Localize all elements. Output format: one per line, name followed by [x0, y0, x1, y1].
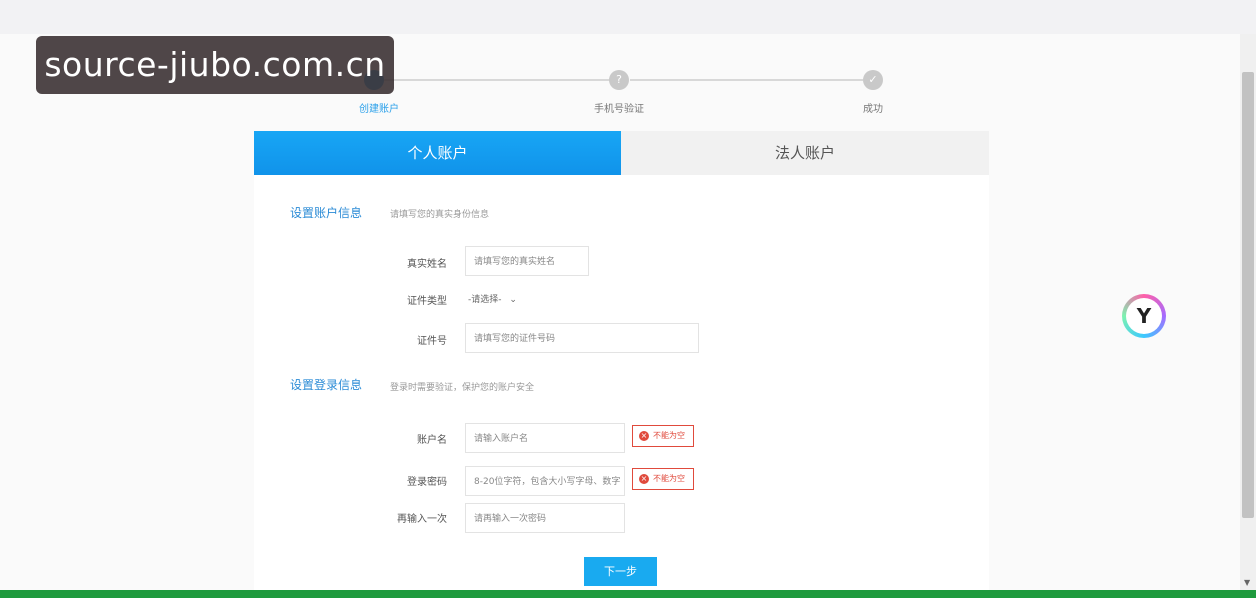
- username-input[interactable]: 请输入账户名: [465, 423, 625, 453]
- id-type-select[interactable]: -请选择- ⌄: [468, 292, 517, 305]
- tab-personal-account[interactable]: 个人账户: [254, 131, 621, 175]
- id-type-label: 证件类型: [407, 296, 447, 307]
- watermark: source-jiubo.com.cn: [36, 36, 394, 94]
- real-name-label: 真实姓名: [407, 259, 447, 270]
- close-circle-icon: ×: [639, 474, 649, 484]
- id-number-input[interactable]: 请填写您的证件号码: [465, 323, 699, 353]
- password-label: 登录密码: [407, 477, 447, 488]
- step-2-label: 手机号验证: [594, 104, 644, 115]
- password-error: × 不能为空: [632, 468, 694, 490]
- id-number-label: 证件号: [417, 336, 447, 347]
- password-error-text: 不能为空: [653, 474, 685, 483]
- step-1-label: 创建账户: [359, 104, 399, 115]
- username-error-text: 不能为空: [653, 431, 685, 440]
- tab-legal-account[interactable]: 法人账户: [621, 131, 989, 175]
- close-circle-icon: ×: [639, 431, 649, 441]
- account-section-hint: 请填写您的真实身份信息: [390, 210, 490, 220]
- scroll-down-arrow-icon[interactable]: ▼: [1244, 578, 1250, 587]
- next-step-button[interactable]: 下一步: [584, 557, 657, 586]
- chevron-down-icon: ⌄: [509, 295, 517, 305]
- step-3-label: 成功: [863, 104, 883, 115]
- scrollbar-thumb[interactable]: [1242, 72, 1254, 518]
- step-connector: [630, 79, 863, 81]
- username-label: 账户名: [417, 435, 447, 446]
- assistant-icon[interactable]: Y: [1122, 294, 1166, 338]
- password-input[interactable]: 8-20位字符，包含大小写字母、数字: [465, 466, 625, 496]
- login-section-title: 设置登录信息: [290, 378, 363, 392]
- login-section-hint: 登录时需要验证，保护您的账户安全: [390, 383, 535, 393]
- step-3-check-icon: ✓: [863, 70, 883, 90]
- confirm-password-label: 再输入一次: [397, 514, 447, 525]
- real-name-input[interactable]: 请填写您的真实姓名: [465, 246, 589, 276]
- id-type-value: -请选择-: [468, 295, 502, 305]
- step-connector: [384, 79, 610, 81]
- confirm-password-input[interactable]: 请再输入一次密码: [465, 503, 625, 533]
- step-2-indicator: ?: [609, 70, 629, 90]
- assistant-glyph: Y: [1126, 298, 1162, 334]
- account-section-title: 设置账户信息: [290, 206, 363, 220]
- username-error: × 不能为空: [632, 425, 694, 447]
- taskbar-strip: [0, 590, 1256, 598]
- browser-top-bar: [0, 0, 1256, 34]
